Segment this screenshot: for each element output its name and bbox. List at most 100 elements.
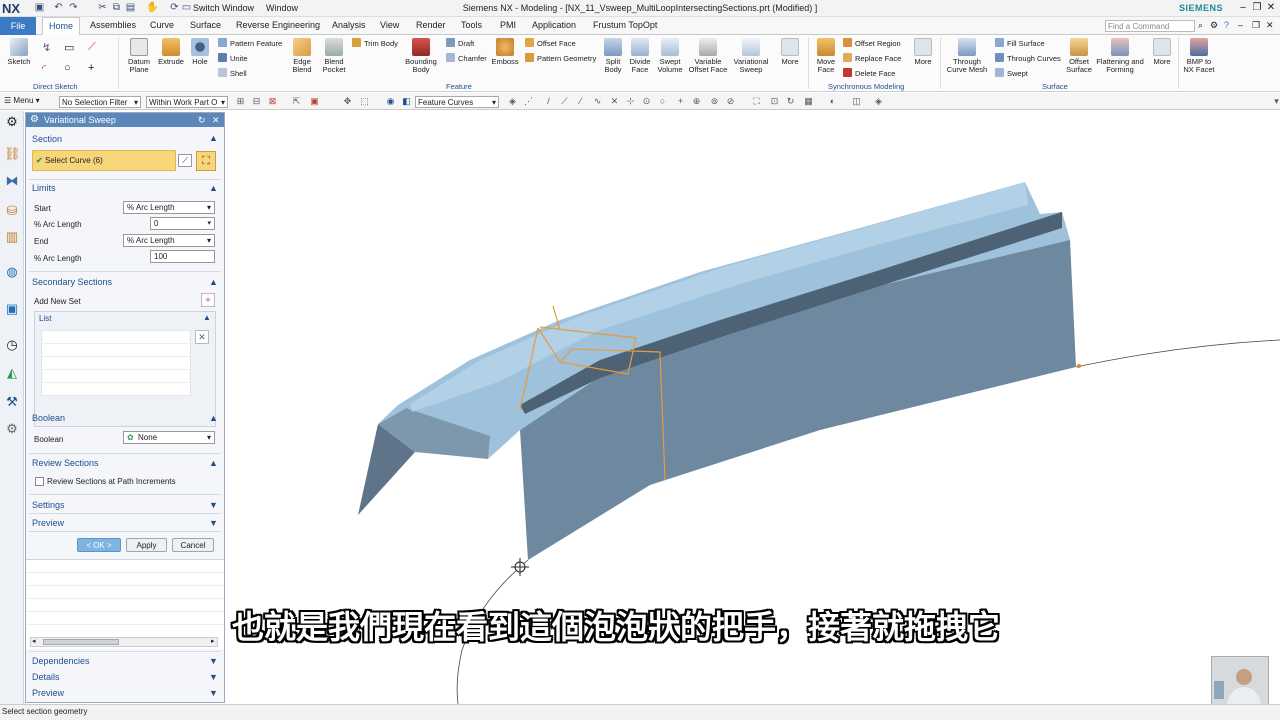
cancel-button[interactable]: Cancel xyxy=(172,538,214,552)
ok-button[interactable]: < OK > xyxy=(77,538,121,552)
select-curve-field[interactable]: ✔ Select Curve (6) xyxy=(32,150,176,171)
delete-set-icon[interactable]: ✕ xyxy=(195,330,209,344)
boolean-dropdown[interactable]: ✿ None xyxy=(123,431,215,444)
palette-icon[interactable]: ◭ xyxy=(4,365,20,381)
sketch-button[interactable]: Sketch xyxy=(4,38,34,66)
tab-render[interactable]: Render xyxy=(416,20,446,30)
snap-point-icon[interactable]: + xyxy=(676,97,685,106)
history-icon[interactable]: ◷ xyxy=(4,337,20,353)
collapse-limits-icon[interactable]: ▲ xyxy=(209,183,218,193)
tab-curve[interactable]: Curve xyxy=(150,20,174,30)
more-feature-button[interactable]: More xyxy=(778,38,802,66)
snap-endpoint-icon[interactable]: ◈ xyxy=(508,97,517,106)
system-scenes-icon[interactable]: ⚙ xyxy=(4,421,20,437)
feature-select-icon[interactable]: ▣ xyxy=(310,97,319,106)
offset-face-button[interactable]: Offset Face xyxy=(525,38,576,48)
tab-analysis[interactable]: Analysis xyxy=(332,20,366,30)
delete-face-button[interactable]: Delete Face xyxy=(843,68,895,78)
profile-icon[interactable]: ↯ xyxy=(42,41,51,54)
tab-assemblies[interactable]: Assemblies xyxy=(90,20,136,30)
arc-icon[interactable]: ◜ xyxy=(42,62,46,75)
circle-icon[interactable]: ○ xyxy=(64,62,71,74)
expand-preview2-icon[interactable]: ▼ xyxy=(209,688,218,698)
deselect-icon[interactable]: ⊟ xyxy=(252,97,261,106)
apply-button[interactable]: Apply xyxy=(126,538,167,552)
through-curves-button[interactable]: Through Curves xyxy=(995,53,1061,63)
split-body-button[interactable]: Split Body xyxy=(600,38,626,74)
swept-button[interactable]: Swept xyxy=(995,68,1028,78)
web-browser-icon[interactable]: ◍ xyxy=(4,264,20,280)
divide-face-button[interactable]: Divide Face xyxy=(627,38,653,74)
collapse-section-icon[interactable]: ▲ xyxy=(209,133,218,143)
edge-blend-button[interactable]: Edge Blend xyxy=(288,38,316,74)
show-hide-icon[interactable]: ◈ xyxy=(874,97,883,106)
expand-details-icon[interactable]: ▼ xyxy=(209,672,218,682)
flattening-forming-button[interactable]: Flattening and Forming xyxy=(1096,38,1144,74)
snap-bounded-icon[interactable]: ⊘ xyxy=(726,97,735,106)
tab-pmi[interactable]: PMI xyxy=(500,20,516,30)
details-header[interactable]: Details xyxy=(32,672,60,682)
minimize-ribbon-icon[interactable]: – xyxy=(1238,20,1243,30)
sets-list[interactable] xyxy=(41,330,191,396)
section-builder-icon[interactable]: ⛶ xyxy=(196,151,216,171)
collapse-review-icon[interactable]: ▲ xyxy=(209,458,218,468)
unite-button[interactable]: Unite xyxy=(218,53,248,63)
tab-surface[interactable]: Surface xyxy=(190,20,221,30)
variable-offset-face-button[interactable]: Variable Offset Face xyxy=(688,38,728,74)
restore-ribbon-icon[interactable]: ❐ xyxy=(1252,20,1260,31)
endpoint-handle[interactable] xyxy=(1077,364,1081,368)
blend-pocket-button[interactable]: Blend Pocket xyxy=(318,38,350,74)
review-sections-header[interactable]: Review Sections xyxy=(32,458,99,468)
preview2-header[interactable]: Preview xyxy=(32,688,64,698)
variational-sweep-button[interactable]: Variational Sweep xyxy=(730,38,772,74)
preview-header[interactable]: Preview xyxy=(32,518,64,528)
snap-pole-icon[interactable]: ⊕ xyxy=(692,97,701,106)
shaded-icon[interactable]: ◧ xyxy=(402,97,411,106)
collapse-list-icon[interactable]: ▲ xyxy=(203,313,211,322)
zoom-icon[interactable]: ⊡ xyxy=(770,97,779,106)
box-select-icon[interactable]: ⬚ xyxy=(360,97,369,106)
restore-icon[interactable]: ❐ xyxy=(1251,2,1263,13)
review-sections-checkbox[interactable] xyxy=(35,477,44,486)
tab-view[interactable]: View xyxy=(380,20,399,30)
emboss-button[interactable]: Emboss xyxy=(490,38,520,66)
line-icon[interactable]: ⟋ xyxy=(88,41,96,54)
snap-curve-icon[interactable]: ∿ xyxy=(593,97,602,106)
shell-button[interactable]: Shell xyxy=(218,68,247,78)
scroll-right-icon[interactable]: ▸ xyxy=(211,637,215,645)
offset-surface-button[interactable]: Offset Surface xyxy=(1064,38,1094,74)
minimize-icon[interactable]: – xyxy=(1237,2,1249,13)
more-surface-button[interactable]: More xyxy=(1150,38,1174,66)
tab-file[interactable]: File xyxy=(0,17,36,35)
curve-rule-dropdown[interactable]: Feature Curves xyxy=(415,96,499,108)
close-part-icon[interactable]: ✕ xyxy=(1266,20,1274,31)
trim-body-button[interactable]: Trim Body xyxy=(352,38,398,48)
scroll-left-icon[interactable]: ◂ xyxy=(32,637,36,645)
snap-tangent-icon[interactable]: ⟋ xyxy=(560,97,569,106)
command-search-input[interactable]: Find a Command xyxy=(1105,20,1195,32)
boolean-header[interactable]: Boolean xyxy=(32,413,65,423)
more-sync-button[interactable]: More xyxy=(911,38,935,66)
replace-face-button[interactable]: Replace Face xyxy=(843,53,901,63)
start-arc-length-input[interactable]: 0 ▾ xyxy=(150,217,215,230)
expand-dependencies-icon[interactable]: ▼ xyxy=(209,656,218,666)
snap-icon[interactable]: ⇱ xyxy=(292,97,301,106)
bounding-body-button[interactable]: Bounding Body xyxy=(402,38,440,74)
process-studio-icon[interactable]: ▣ xyxy=(4,301,20,317)
snap-center-icon[interactable]: ⊙ xyxy=(642,97,651,106)
rectangle-icon[interactable]: ▭ xyxy=(64,41,74,54)
fit-icon[interactable]: ⛶ xyxy=(752,97,761,106)
constraint-navigator-icon[interactable]: ⧓ xyxy=(4,173,20,189)
pattern-feature-button[interactable]: Pattern Feature xyxy=(218,38,282,48)
help-icon[interactable]: ? xyxy=(1224,20,1229,30)
tab-home[interactable]: Home xyxy=(42,17,80,35)
end-option-dropdown[interactable]: % Arc Length xyxy=(123,234,215,247)
snap-circle-icon[interactable]: ○ xyxy=(658,97,667,106)
roles-icon[interactable]: ⚒ xyxy=(4,394,20,410)
offset-region-button[interactable]: Offset Region xyxy=(843,38,901,48)
menu-button[interactable]: ☰ Menu ▾ xyxy=(4,96,40,105)
selection-scope-dropdown[interactable]: Within Work Part O xyxy=(146,96,228,108)
horizontal-scrollbar[interactable]: ◂ ▸ xyxy=(30,637,218,647)
view-select-icon[interactable]: ◉ xyxy=(386,97,395,106)
assembly-navigator-icon[interactable]: ⛓ xyxy=(4,146,21,162)
